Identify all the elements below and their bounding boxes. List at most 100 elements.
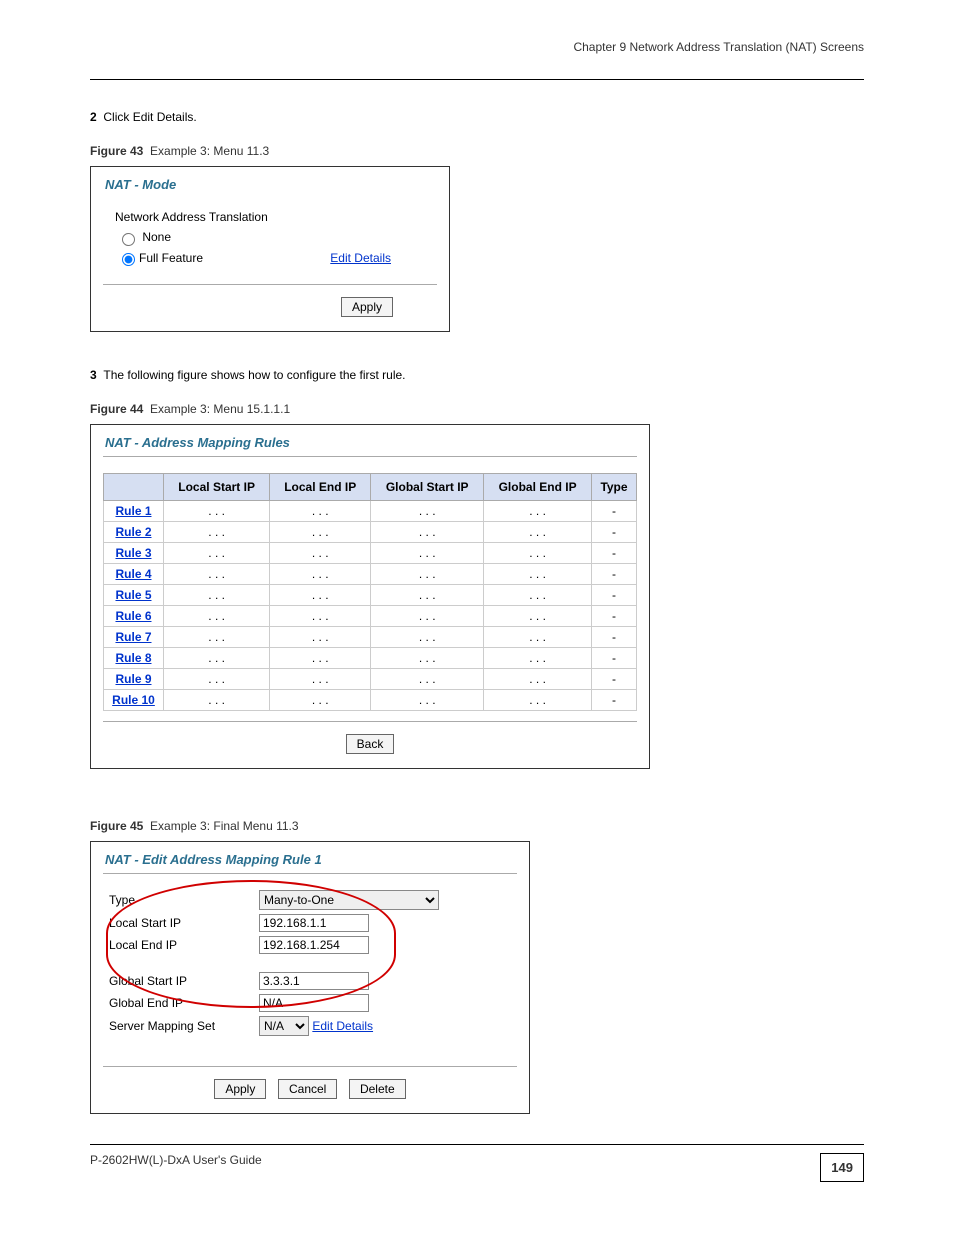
cell-lsip: . . . bbox=[164, 564, 270, 585]
rule-link[interactable]: Rule 8 bbox=[115, 651, 151, 665]
back-button[interactable]: Back bbox=[346, 734, 395, 754]
rule-link[interactable]: Rule 1 bbox=[115, 504, 151, 518]
edit-footer: Apply Cancel Delete bbox=[103, 1066, 517, 1113]
sms-label: Server Mapping Set bbox=[109, 1019, 259, 1033]
edit-mapping-body: Type Many-to-One Local Start IP Local En… bbox=[91, 874, 529, 1066]
table-row: Rule 7. . .. . .. . .. . .- bbox=[104, 627, 637, 648]
delete-button[interactable]: Delete bbox=[349, 1079, 406, 1099]
radio-full-label: Full Feature bbox=[139, 251, 203, 265]
leip-input[interactable] bbox=[259, 936, 369, 954]
footer: P-2602HW(L)-DxA User's Guide 149 bbox=[90, 1153, 864, 1182]
row-gsip: Global Start IP bbox=[109, 972, 511, 990]
cell-geip: . . . bbox=[484, 669, 592, 690]
figure44-caption-label: Figure 44 bbox=[90, 402, 143, 416]
row-lsip: Local Start IP bbox=[109, 914, 511, 932]
rule-link[interactable]: Rule 3 bbox=[115, 546, 151, 560]
row-type: Type Many-to-One bbox=[109, 890, 511, 910]
radio-none-row[interactable]: None bbox=[117, 230, 431, 246]
cell-gsip: . . . bbox=[371, 606, 484, 627]
radio-full[interactable] bbox=[122, 253, 135, 266]
cell-gsip: . . . bbox=[371, 690, 484, 711]
edit-details-link[interactable]: Edit Details bbox=[330, 251, 391, 265]
cell-lsip: . . . bbox=[164, 648, 270, 669]
apply-button-43[interactable]: Apply bbox=[341, 297, 393, 317]
geip-input[interactable] bbox=[259, 994, 369, 1012]
rule-link[interactable]: Rule 9 bbox=[115, 672, 151, 686]
row-leip: Local End IP bbox=[109, 936, 511, 954]
nat-mode-footer: Apply bbox=[103, 284, 437, 331]
cell-lsip: . . . bbox=[164, 627, 270, 648]
cell-leip: . . . bbox=[270, 564, 371, 585]
cell-leip: . . . bbox=[270, 543, 371, 564]
cell-lsip: . . . bbox=[164, 522, 270, 543]
cell-geip: . . . bbox=[484, 543, 592, 564]
cell-type: - bbox=[592, 690, 637, 711]
cell-type: - bbox=[592, 585, 637, 606]
figure44-caption: Figure 44 Example 3: Menu 15.1.1.1 bbox=[90, 402, 864, 416]
cell-lsip: . . . bbox=[164, 501, 270, 522]
cell-leip: . . . bbox=[270, 627, 371, 648]
col-local-end: Local End IP bbox=[270, 474, 371, 501]
figure43-caption: Figure 43 Example 3: Menu 11.3 bbox=[90, 144, 864, 158]
edit-mapping-panel: NAT - Edit Address Mapping Rule 1 Type M… bbox=[90, 841, 530, 1114]
cell-gsip: . . . bbox=[371, 543, 484, 564]
edit-details-link-45[interactable]: Edit Details bbox=[312, 1019, 373, 1033]
footer-rule bbox=[90, 1144, 864, 1145]
header-rule bbox=[90, 79, 864, 80]
step3-text-content: The following figure shows how to config… bbox=[103, 368, 405, 382]
cell-lsip: . . . bbox=[164, 669, 270, 690]
table-row: Rule 2. . .. . .. . .. . .- bbox=[104, 522, 637, 543]
footer-manual: P-2602HW(L)-DxA User's Guide bbox=[90, 1153, 262, 1182]
type-select[interactable]: Many-to-One bbox=[259, 890, 439, 910]
figure45-caption: Figure 45 Example 3: Final Menu 11.3 bbox=[90, 819, 864, 833]
leip-label: Local End IP bbox=[109, 938, 259, 952]
cancel-button[interactable]: Cancel bbox=[278, 1079, 337, 1099]
geip-label: Global End IP bbox=[109, 996, 259, 1010]
cell-geip: . . . bbox=[484, 606, 592, 627]
cell-leip: . . . bbox=[270, 648, 371, 669]
gsip-label: Global Start IP bbox=[109, 974, 259, 988]
cell-geip: . . . bbox=[484, 522, 592, 543]
sms-select[interactable]: N/A bbox=[259, 1016, 309, 1036]
cell-leip: . . . bbox=[270, 522, 371, 543]
table-row: Rule 1. . .. . .. . .. . .- bbox=[104, 501, 637, 522]
address-mapping-title: NAT - Address Mapping Rules bbox=[91, 425, 649, 456]
cell-type: - bbox=[592, 669, 637, 690]
cell-gsip: . . . bbox=[371, 585, 484, 606]
nat-mode-panel: NAT - Mode Network Address Translation N… bbox=[90, 166, 450, 332]
cell-geip: . . . bbox=[484, 690, 592, 711]
radio-none[interactable] bbox=[122, 233, 135, 246]
address-mapping-panel: NAT - Address Mapping Rules Local Start … bbox=[90, 424, 650, 769]
cell-type: - bbox=[592, 627, 637, 648]
rules-table: Local Start IP Local End IP Global Start… bbox=[103, 473, 637, 711]
cell-leip: . . . bbox=[270, 606, 371, 627]
type-label: Type bbox=[109, 893, 259, 907]
lsip-input[interactable] bbox=[259, 914, 369, 932]
gsip-input[interactable] bbox=[259, 972, 369, 990]
page-number: 149 bbox=[820, 1153, 864, 1182]
cell-leip: . . . bbox=[270, 501, 371, 522]
table-row: Rule 9. . .. . .. . .. . .- bbox=[104, 669, 637, 690]
cell-type: - bbox=[592, 543, 637, 564]
rule-link[interactable]: Rule 6 bbox=[115, 609, 151, 623]
nat-heading: Network Address Translation bbox=[115, 210, 431, 224]
col-global-end: Global End IP bbox=[484, 474, 592, 501]
cell-gsip: . . . bbox=[371, 669, 484, 690]
figure45-caption-label: Figure 45 bbox=[90, 819, 143, 833]
cell-lsip: . . . bbox=[164, 543, 270, 564]
step2-text: 2 Click Edit Details. bbox=[90, 110, 864, 124]
cell-gsip: . . . bbox=[371, 564, 484, 585]
rule-link[interactable]: Rule 2 bbox=[115, 525, 151, 539]
rule-link[interactable]: Rule 7 bbox=[115, 630, 151, 644]
rule-link[interactable]: Rule 4 bbox=[115, 567, 151, 581]
cell-gsip: . . . bbox=[371, 627, 484, 648]
apply-button-45[interactable]: Apply bbox=[214, 1079, 266, 1099]
row-sms: Server Mapping Set N/A Edit Details bbox=[109, 1016, 511, 1036]
col-type: Type bbox=[592, 474, 637, 501]
cell-geip: . . . bbox=[484, 564, 592, 585]
rule-link[interactable]: Rule 10 bbox=[112, 693, 155, 707]
rule-link[interactable]: Rule 5 bbox=[115, 588, 151, 602]
radio-none-label: None bbox=[142, 230, 171, 244]
radio-full-row[interactable]: Full Feature Edit Details bbox=[117, 250, 431, 266]
col-global-start: Global Start IP bbox=[371, 474, 484, 501]
